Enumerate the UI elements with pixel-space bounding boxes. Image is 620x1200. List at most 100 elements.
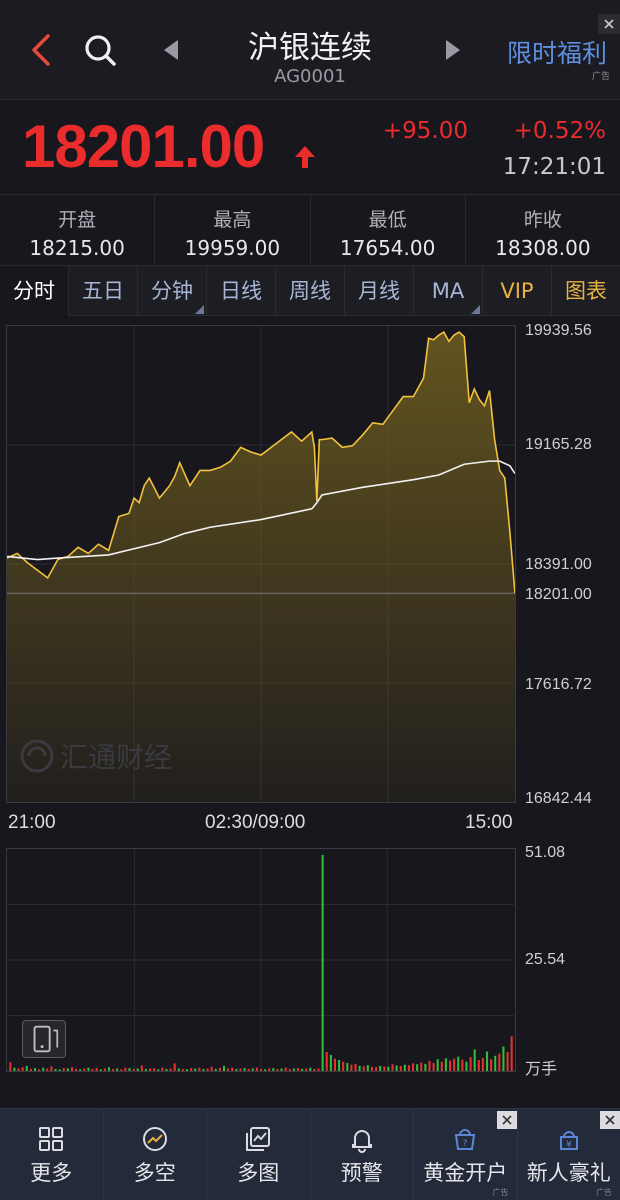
- volume-bar: [416, 1064, 419, 1071]
- stat-label: 昨收: [523, 209, 562, 231]
- volume-bar: [296, 1068, 300, 1071]
- more-button[interactable]: 更多: [0, 1109, 104, 1200]
- trend-icon: [142, 1127, 167, 1151]
- svg-text:¥: ¥: [566, 1140, 572, 1150]
- y-tick-label: 51.08: [525, 844, 566, 861]
- close-icon[interactable]: [600, 1111, 620, 1129]
- volume-bar: [210, 1066, 213, 1071]
- y-tick-label: 18391.00: [525, 556, 592, 573]
- promo-link[interactable]: 限时福利: [498, 34, 616, 70]
- volume-bar: [235, 1068, 238, 1071]
- volume-bar: [128, 1068, 131, 1071]
- long-short-button[interactable]: 多空: [104, 1109, 207, 1200]
- nav-label: 预警: [340, 1161, 383, 1185]
- volume-bar: [177, 1068, 180, 1071]
- tab-intraday[interactable]: 分时: [0, 266, 69, 316]
- volume-bar: [70, 1067, 73, 1071]
- stat-open: 开盘 18215.00: [0, 195, 156, 265]
- stat-value: 18215.00: [29, 236, 125, 260]
- intraday-price-chart[interactable]: [6, 325, 516, 803]
- volume-bar: [391, 1064, 394, 1071]
- back-arrow-icon[interactable]: [22, 30, 62, 70]
- volume-bar: [239, 1068, 242, 1071]
- volume-bar: [317, 1068, 320, 1071]
- nav-label: 更多: [30, 1161, 73, 1185]
- watermark: 汇通财经: [20, 736, 172, 776]
- gold-account-button[interactable]: ? 黄金开户 广告: [414, 1109, 518, 1200]
- volume-bar: [481, 1057, 484, 1071]
- volume-bar: [272, 1068, 275, 1071]
- new-user-gift-button[interactable]: ¥ 新人豪礼 广告: [518, 1109, 620, 1200]
- volume-bar: [420, 1062, 423, 1071]
- close-icon[interactable]: [598, 14, 620, 34]
- close-icon[interactable]: [496, 1111, 517, 1129]
- volume-bar: [473, 1049, 476, 1071]
- volume-bar: [247, 1068, 250, 1071]
- volume-bar: [333, 1058, 336, 1071]
- reference-price-label: 18201.00: [525, 586, 592, 603]
- volume-bar: [222, 1065, 226, 1071]
- volume-bar: [383, 1066, 386, 1071]
- volume-bar: [91, 1068, 94, 1071]
- gold-account-icon: ?: [455, 1129, 476, 1150]
- search-icon[interactable]: [80, 30, 120, 70]
- tab-five-day[interactable]: 五日: [69, 266, 138, 316]
- tab-daily[interactable]: 日线: [207, 266, 276, 316]
- volume-bar: [436, 1059, 439, 1071]
- volume-bar: [58, 1069, 61, 1071]
- volume-bar: [449, 1060, 452, 1071]
- volume-bar: [461, 1059, 464, 1071]
- volume-chart[interactable]: [6, 848, 516, 1072]
- volume-bar: [13, 1067, 16, 1071]
- ad-tag: 广告: [592, 72, 611, 82]
- volume-bar: [506, 1051, 509, 1071]
- volume-bar: [190, 1068, 193, 1071]
- volume-bar: [25, 1065, 28, 1071]
- grid-icon: [39, 1127, 64, 1151]
- volume-bar: [231, 1067, 234, 1071]
- next-instrument-icon[interactable]: [440, 36, 466, 64]
- volume-bar: [144, 1068, 147, 1071]
- volume-bar: [375, 1067, 378, 1071]
- tab-ma[interactable]: MA: [414, 266, 483, 316]
- multi-chart-button[interactable]: 多图: [207, 1109, 311, 1200]
- volume-bar: [309, 1067, 312, 1071]
- volume-bar: [99, 1069, 102, 1071]
- previous-instrument-icon[interactable]: [158, 36, 184, 64]
- volume-bar: [38, 1069, 41, 1071]
- volume-bar: [321, 854, 324, 1071]
- volume-bar: [181, 1068, 184, 1071]
- y-tick-label: 19165.28: [525, 436, 592, 453]
- volume-bar: [251, 1068, 254, 1071]
- volume-bar: [54, 1068, 57, 1071]
- stat-value: 18308.00: [495, 236, 591, 260]
- ad-tag: 广告: [492, 1188, 509, 1197]
- alert-button[interactable]: 预警: [311, 1109, 414, 1200]
- tab-monthly[interactable]: 月线: [345, 266, 414, 316]
- bell-icon: [351, 1130, 372, 1153]
- x-tick-label: 15:00: [465, 812, 513, 833]
- y-tick-label: 19939.56: [525, 322, 592, 339]
- volume-bar: [165, 1068, 168, 1071]
- volume-bar: [432, 1062, 435, 1071]
- volume-bar: [457, 1056, 460, 1071]
- stat-label: 最低: [368, 209, 407, 231]
- volume-bar: [268, 1068, 271, 1071]
- tab-minute[interactable]: 分钟: [138, 266, 207, 316]
- nav-label: 黄金开户: [423, 1161, 508, 1185]
- ad-tag: 广告: [596, 1188, 612, 1197]
- volume-bar: [136, 1068, 139, 1071]
- tab-weekly[interactable]: 周线: [276, 266, 345, 316]
- volume-bar: [161, 1067, 164, 1071]
- tab-charts[interactable]: 图表: [552, 266, 620, 316]
- volume-bar: [350, 1064, 353, 1071]
- rotate-screen-icon[interactable]: [22, 1020, 66, 1058]
- volume-bar: [379, 1065, 382, 1071]
- price-change-percent: +0.52%: [513, 118, 606, 144]
- watermark-text: 汇通财经: [60, 741, 173, 774]
- tab-vip[interactable]: VIP: [483, 266, 552, 316]
- volume-bar: [313, 1068, 316, 1071]
- volume-bar: [153, 1068, 156, 1071]
- volume-bar: [465, 1061, 468, 1071]
- nav-label: 新人豪礼: [526, 1161, 611, 1185]
